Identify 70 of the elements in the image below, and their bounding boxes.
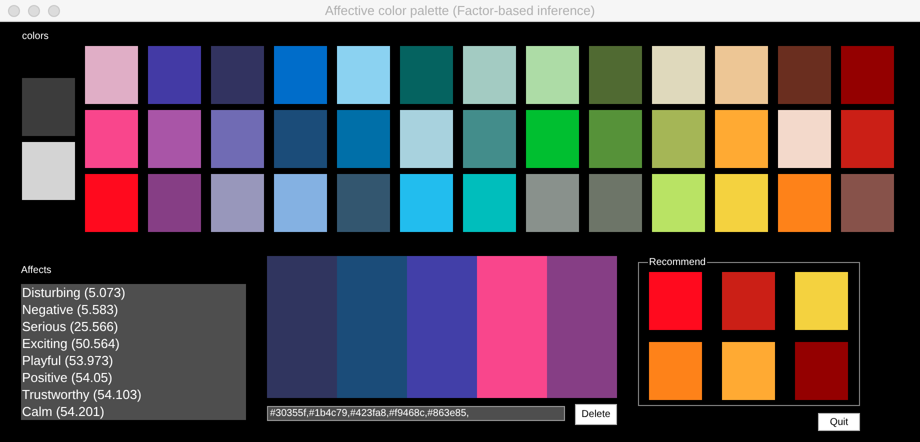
- palette-field[interactable]: #30355f,#1b4c79,#423fa8,#f9468c,#863e85,: [267, 406, 565, 421]
- palette-stripe[interactable]: [337, 256, 407, 398]
- color-swatch[interactable]: [722, 342, 775, 400]
- color-swatch[interactable]: [589, 110, 642, 168]
- color-swatch[interactable]: [652, 174, 705, 232]
- color-swatch[interactable]: [652, 46, 705, 104]
- color-swatch[interactable]: [795, 342, 848, 400]
- affect-item[interactable]: Exciting (50.564): [21, 335, 246, 352]
- palette-stripe[interactable]: [267, 256, 337, 398]
- panel-label: Recommend: [648, 257, 707, 268]
- palette-stripe[interactable]: [547, 256, 617, 398]
- color-swatch[interactable]: [795, 272, 848, 330]
- window-title: Affective color palette (Factor-based inference): [324, 3, 596, 18]
- color-swatch[interactable]: [463, 46, 516, 104]
- section-label: colors: [22, 30, 50, 44]
- color-swatch[interactable]: [778, 110, 831, 168]
- color-swatch[interactable]: [652, 110, 705, 168]
- color-swatch[interactable]: [526, 46, 579, 104]
- color-swatch[interactable]: [589, 174, 642, 232]
- minimize-button[interactable]: [28, 4, 40, 16]
- color-swatch[interactable]: [463, 110, 516, 168]
- color-swatch[interactable]: [274, 46, 327, 104]
- color-swatch[interactable]: [274, 174, 327, 232]
- color-swatch[interactable]: [274, 110, 327, 168]
- color-swatch[interactable]: [649, 272, 702, 330]
- zoom-button[interactable]: [48, 4, 60, 16]
- color-swatch[interactable]: [841, 110, 894, 168]
- color-swatch[interactable]: [22, 78, 75, 136]
- color-swatch[interactable]: [85, 174, 138, 232]
- color-swatch[interactable]: [211, 110, 264, 168]
- affect-item[interactable]: Trustworthy (54.103): [21, 386, 246, 403]
- color-swatch[interactable]: [148, 174, 201, 232]
- color-swatch[interactable]: [526, 174, 579, 232]
- color-swatch[interactable]: [526, 110, 579, 168]
- affect-item[interactable]: Negative (5.583): [21, 301, 246, 318]
- palette-stripe[interactable]: [407, 256, 477, 398]
- color-swatch[interactable]: [148, 46, 201, 104]
- affect-item[interactable]: Serious (25.566): [21, 318, 246, 335]
- affect-item[interactable]: Disturbing (5.073): [21, 284, 246, 301]
- color-swatch[interactable]: [715, 46, 768, 104]
- color-swatch[interactable]: [649, 342, 702, 400]
- color-swatch[interactable]: [841, 174, 894, 232]
- delete-button[interactable]: Delete: [575, 404, 617, 425]
- color-swatch[interactable]: [85, 110, 138, 168]
- color-swatch[interactable]: [778, 174, 831, 232]
- color-swatch[interactable]: [400, 110, 453, 168]
- section-label: Affects: [21, 264, 52, 278]
- color-swatch[interactable]: [337, 174, 390, 232]
- color-swatch[interactable]: [85, 46, 138, 104]
- affect-item[interactable]: Positive (54.05): [21, 369, 246, 386]
- affect-item[interactable]: Calm (54.201): [21, 403, 246, 420]
- color-swatch[interactable]: [400, 46, 453, 104]
- color-swatch[interactable]: [589, 46, 642, 104]
- color-swatch[interactable]: [722, 272, 775, 330]
- color-swatch[interactable]: [778, 46, 831, 104]
- quit-button[interactable]: Quit: [818, 413, 860, 431]
- color-swatch[interactable]: [463, 174, 516, 232]
- color-swatch[interactable]: [22, 142, 75, 200]
- color-swatch[interactable]: [400, 174, 453, 232]
- color-swatch[interactable]: [148, 110, 201, 168]
- color-swatch[interactable]: [211, 174, 264, 232]
- color-swatch[interactable]: [337, 110, 390, 168]
- color-swatch[interactable]: [337, 46, 390, 104]
- color-swatch[interactable]: [715, 110, 768, 168]
- color-swatch[interactable]: [211, 46, 264, 104]
- affect-item[interactable]: Playful (53.973): [21, 352, 246, 369]
- palette-stripe[interactable]: [477, 256, 547, 398]
- color-swatch[interactable]: [715, 174, 768, 232]
- color-swatch[interactable]: [841, 46, 894, 104]
- close-button[interactable]: [8, 4, 20, 16]
